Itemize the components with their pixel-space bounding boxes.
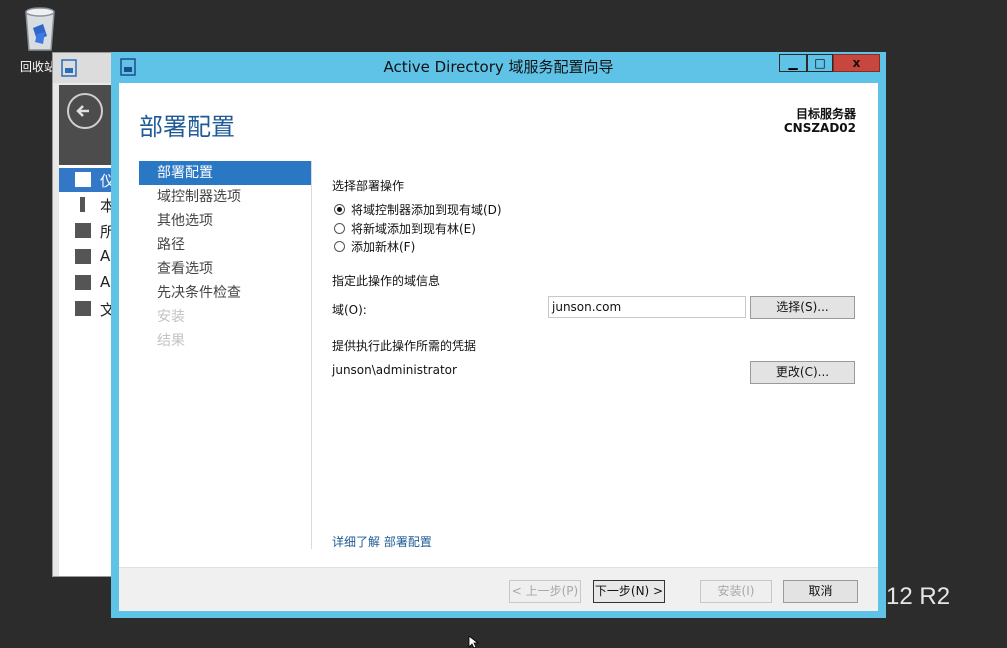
info-icon bbox=[80, 197, 85, 212]
radio-button[interactable] bbox=[334, 204, 345, 215]
recycle-bin-icon bbox=[25, 7, 55, 51]
back-arrow-icon[interactable] bbox=[67, 93, 103, 129]
sidebar-item-label: A bbox=[100, 273, 111, 291]
wizard-client-area: 部署配置 目标服务器 CNSZAD02 部署配置 域控制器选项 其他选项 路径 … bbox=[119, 83, 878, 611]
ad-ds-wizard-window[interactable]: Active Directory 域服务配置向导 ▁ □ x 部署配置 目标服务… bbox=[111, 52, 886, 618]
step-dc-options[interactable]: 域控制器选项 bbox=[139, 185, 311, 209]
server-manager-titlebar[interactable] bbox=[53, 53, 115, 83]
close-button[interactable]: x bbox=[833, 54, 880, 72]
install-button[interactable]: 安装(I) bbox=[700, 580, 772, 603]
credentials-heading: 提供执行此操作所需的凭据 bbox=[332, 339, 477, 353]
dashboard-icon bbox=[75, 172, 91, 187]
select-domain-button[interactable]: 选择(S)... bbox=[750, 296, 855, 319]
sidebar-item-dashboard[interactable]: 仪 bbox=[59, 168, 115, 192]
maximize-button[interactable]: □ bbox=[807, 54, 833, 72]
step-installation: 安装 bbox=[157, 309, 185, 325]
radio-label: 添加新林(F) bbox=[351, 240, 416, 254]
server-manager-app-icon bbox=[61, 59, 77, 77]
step-deployment-config[interactable]: 部署配置 bbox=[139, 161, 311, 185]
server-manager-window[interactable]: 仪 本 所 A A 文 bbox=[52, 52, 116, 577]
sidebar-item-ad-ds[interactable]: A bbox=[59, 245, 115, 269]
steps-divider bbox=[311, 161, 312, 549]
sidebar-item-ad-2[interactable]: A bbox=[59, 271, 115, 295]
deployment-heading: 选择部署操作 bbox=[332, 179, 405, 193]
mouse-cursor-icon bbox=[468, 636, 480, 648]
radio-label: 将域控制器添加到现有域(D) bbox=[351, 203, 502, 217]
radio-label: 将新域添加到现有林(E) bbox=[351, 222, 476, 236]
credentials-value: junson\administrator bbox=[332, 363, 457, 377]
servers-icon bbox=[75, 223, 91, 238]
domain-info-heading: 指定此操作的域信息 bbox=[332, 274, 441, 288]
radio-button[interactable] bbox=[334, 223, 345, 234]
radio-button[interactable] bbox=[334, 241, 345, 252]
step-paths[interactable]: 路径 bbox=[139, 233, 311, 257]
file-services-icon bbox=[75, 301, 91, 316]
sidebar-item-file-services[interactable]: 文 bbox=[59, 297, 115, 321]
wizard-footer: < 上一步(P) 下一步(N) > 安装(I) 取消 bbox=[119, 567, 878, 611]
sidebar-item-all-servers[interactable]: 所 bbox=[59, 219, 115, 243]
window-title: Active Directory 域服务配置向导 bbox=[383, 58, 614, 76]
change-credentials-button[interactable]: 更改(C)... bbox=[750, 361, 855, 384]
previous-button[interactable]: < 上一步(P) bbox=[509, 580, 581, 603]
step-additional-options[interactable]: 其他选项 bbox=[139, 209, 311, 233]
recycle-bin-label: 回收站 bbox=[20, 60, 57, 74]
learn-more-link[interactable]: 详细了解 部署配置 bbox=[332, 533, 432, 550]
cancel-button[interactable]: 取消 bbox=[783, 580, 858, 603]
next-button[interactable]: 下一步(N) > bbox=[593, 580, 665, 603]
page-title: 部署配置 bbox=[139, 113, 235, 141]
ad-ds-icon bbox=[75, 249, 91, 264]
step-results: 结果 bbox=[157, 333, 185, 349]
step-prerequisites-check[interactable]: 先决条件检查 bbox=[139, 281, 311, 305]
os-edition-watermark: 12 R2 bbox=[886, 583, 951, 610]
domain-field[interactable]: junson.com bbox=[548, 296, 746, 318]
step-review-options[interactable]: 查看选项 bbox=[139, 257, 311, 281]
ad-icon bbox=[75, 275, 91, 290]
domain-label: 域(O): bbox=[332, 303, 367, 317]
sidebar-item-label: A bbox=[100, 247, 111, 265]
wizard-steps-list: 部署配置 域控制器选项 其他选项 路径 查看选项 先决条件检查 安装 结果 bbox=[139, 161, 311, 353]
minimize-button[interactable]: ▁ bbox=[779, 54, 807, 72]
radio-selected-dot bbox=[337, 207, 342, 212]
wizard-content: 选择部署操作 将域控制器添加到现有域(D) 将新域添加到现有林(E) 添加新林(… bbox=[332, 83, 862, 610]
sidebar-item-local-server[interactable]: 本 bbox=[59, 193, 115, 217]
